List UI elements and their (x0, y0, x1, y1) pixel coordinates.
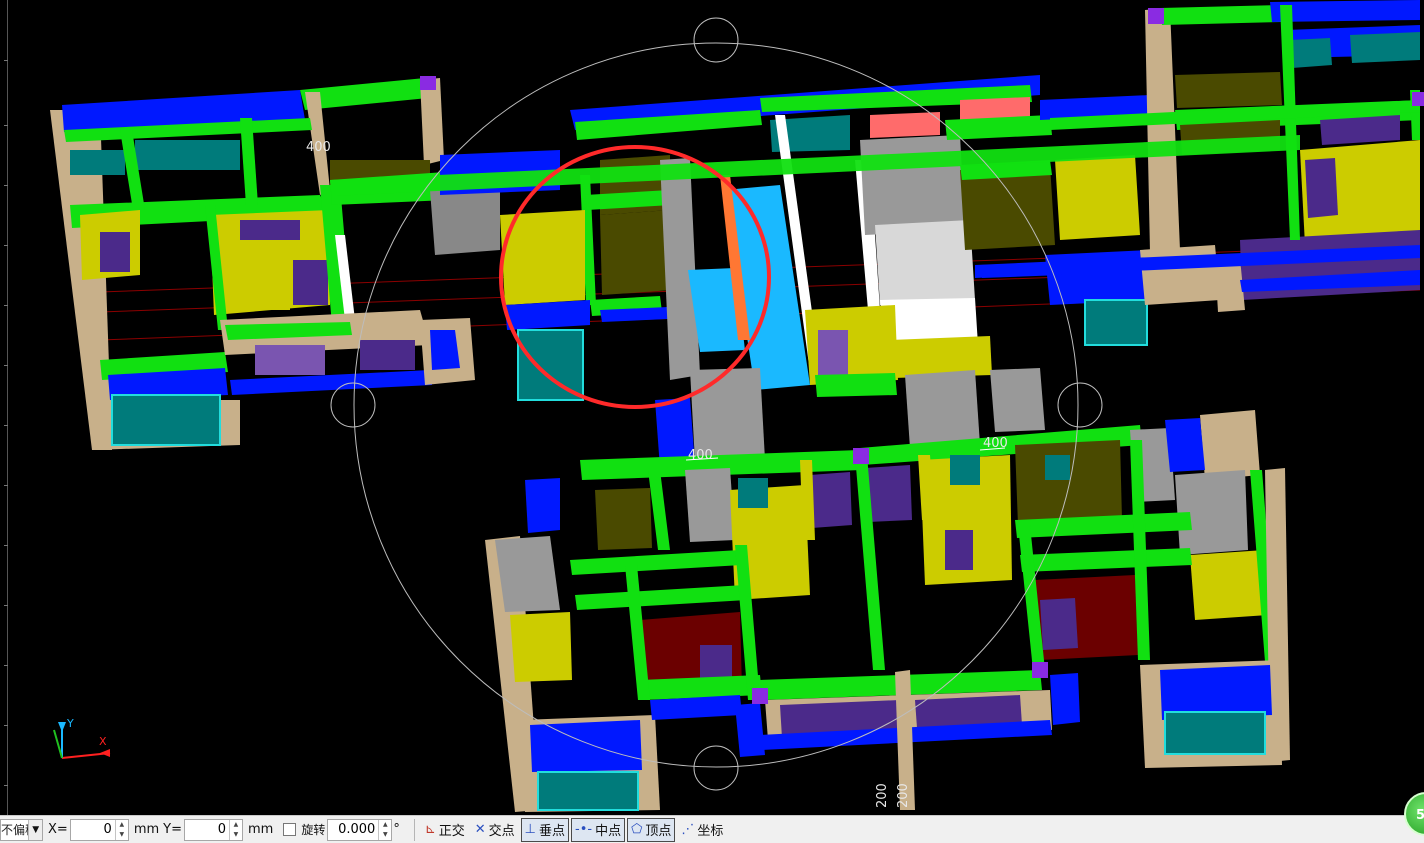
midpoint-icon: -•- (575, 822, 593, 837)
snap-coordinate-label: 坐标 (697, 824, 724, 839)
snap-orthogonal-label: 正交 (438, 824, 465, 839)
left-wing-block (50, 78, 560, 450)
y-label: Y= (163, 822, 182, 837)
3d-model-viewport[interactable]: 400 400 400 200 200 X Y (0, 0, 1424, 815)
building-model-drawing (50, 0, 1424, 812)
y-input-field[interactable] (184, 819, 229, 840)
x-unit: mm (133, 822, 160, 837)
snap-intersection-label: 交点 (488, 824, 515, 839)
dimension-label-top-left: 400 (306, 140, 331, 155)
rotate-input[interactable]: ▲▼ (327, 818, 393, 841)
status-toolbar: 不偏移 ▼ X= ▲▼ mm Y= ▲▼ mm 旋转 ▲▼ ° ⊾ 正交 ✕ 交… (0, 815, 1424, 843)
snap-intersection-button[interactable]: ✕ 交点 (471, 818, 519, 842)
dimension-label-bottom-1: 200 (875, 783, 890, 808)
dimension-label-bottom-2: 200 (896, 783, 911, 808)
x-label: X= (48, 822, 68, 837)
dimension-label-center: 400 (688, 448, 713, 463)
y-input[interactable]: ▲▼ (183, 818, 243, 841)
axis-x-label: X (99, 735, 107, 748)
snap-orthogonal-button[interactable]: ⊾ 正交 (421, 818, 469, 842)
intersection-icon: ✕ (474, 822, 486, 837)
x-input[interactable]: ▲▼ (69, 818, 129, 841)
snap-vertex-label: 顶点 (645, 824, 672, 839)
right-wing-block (1145, 0, 1420, 480)
x-spinner[interactable]: ▲ ▼ (114, 819, 128, 840)
vertex-icon: ⬠ (631, 822, 643, 837)
offset-combo[interactable]: 不偏移 ▼ (0, 818, 43, 841)
rotate-label: 旋转 (301, 823, 326, 837)
toolbar-divider (413, 818, 415, 841)
y-spinner[interactable]: ▲ ▼ (228, 819, 242, 840)
badge-text: 51 (1416, 808, 1424, 823)
chevron-down-icon[interactable]: ▼ (28, 819, 42, 840)
rotate-spinner[interactable]: ▲ ▼ (378, 819, 391, 840)
lower-block (485, 418, 1290, 812)
snap-vertex-button[interactable]: ⬠ 顶点 (627, 817, 676, 842)
snap-perpendicular-label: 垂点 (539, 824, 566, 839)
offset-combo-value: 不偏移 (1, 823, 28, 837)
axis-y-label: Y (67, 717, 74, 730)
x-input-field[interactable] (70, 819, 115, 840)
snap-coordinate-button[interactable]: ⋰ 坐标 (677, 818, 727, 842)
y-unit: mm (247, 822, 274, 837)
snap-perpendicular-button[interactable]: ⊥ 垂点 (520, 817, 570, 842)
rotate-unit: ° (393, 822, 400, 837)
snap-midpoint-label: 中点 (595, 824, 622, 839)
orthogonal-icon: ⊾ (424, 822, 436, 837)
perpendicular-icon: ⊥ (524, 822, 536, 837)
dimension-label-right: 400 (983, 436, 1008, 451)
rotate-checkbox[interactable] (283, 823, 297, 836)
coordinate-icon: ⋰ (681, 822, 695, 837)
snap-midpoint-button[interactable]: -•- 中点 (571, 817, 626, 842)
rotate-input-field[interactable] (328, 819, 379, 840)
